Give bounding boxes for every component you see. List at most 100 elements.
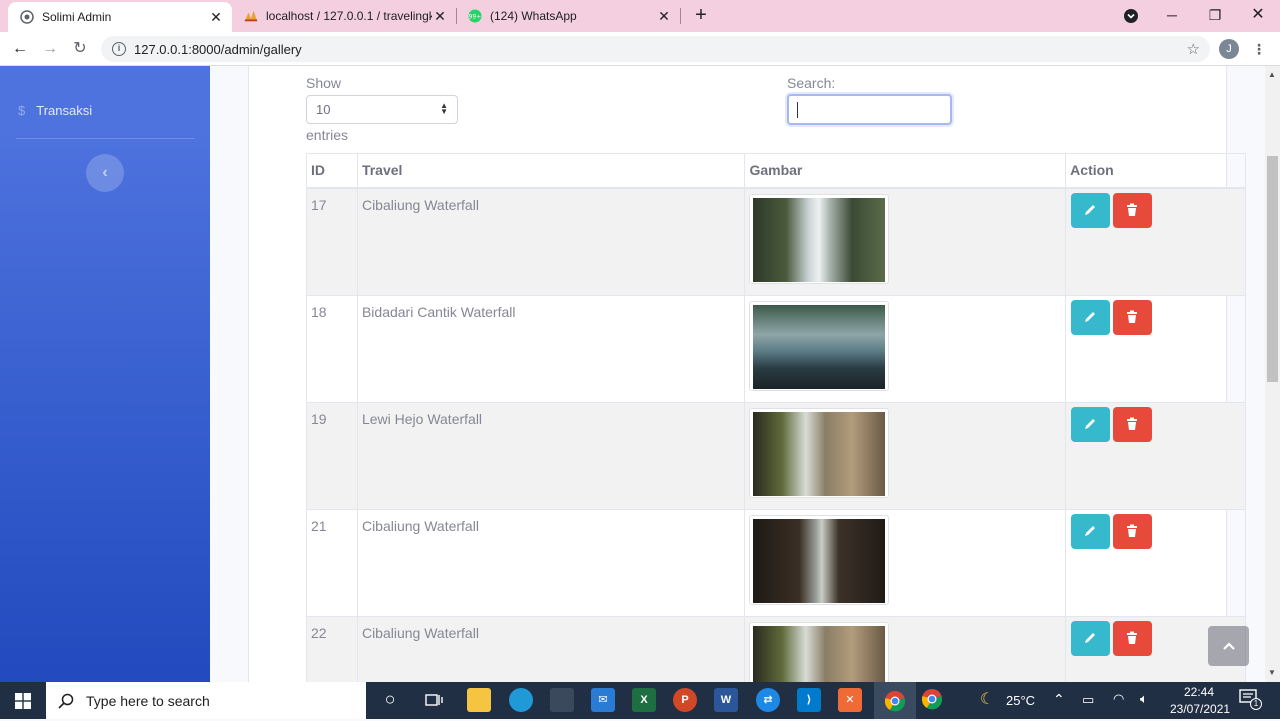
delete-button[interactable] [1113,406,1153,442]
cell-action [1065,187,1246,296]
excel-icon[interactable]: X [632,688,656,712]
edit-button[interactable] [1071,620,1111,656]
site-info-icon[interactable]: i [112,42,126,56]
start-button[interactable] [0,682,46,719]
column-header-gambar[interactable]: Gambar [744,153,1067,189]
scroll-up-arrow-icon[interactable]: ▲ [1268,70,1276,79]
mail-icon[interactable]: ✉ [591,688,615,712]
tab-whatsapp[interactable]: 99+ (124) WhatsApp ✕ [456,0,680,32]
profile-avatar[interactable]: J [1219,39,1239,59]
table-row: 21 Cibaliung Waterfall [306,508,1246,617]
dollar-icon: $ [18,103,26,118]
delete-button[interactable] [1113,192,1153,228]
delete-button[interactable] [1113,620,1153,656]
task-view-icon[interactable] [422,688,446,712]
delete-button[interactable] [1113,299,1153,335]
tab-solimi-admin[interactable]: Solimi Admin ✕ [8,2,232,32]
show-label: Show [306,75,342,91]
cell-id: 22 [306,615,358,682]
tab-title: (124) WhatsApp [490,9,577,23]
select-caret-icon: ▲ ▼ [440,101,448,116]
forward-button[interactable]: → [39,38,61,60]
windows-taskbar: Type here to search ○ ✉ X P W ⇄ ⟩ ✕ ☾ 25… [0,682,1280,719]
clock-time[interactable]: 22:44 [1184,685,1214,699]
cell-travel: Cibaliung Waterfall [356,187,746,296]
trash-icon [1127,310,1138,323]
word-icon[interactable]: W [714,688,738,712]
tab-title: localhost / 127.0.0.1 / travelingku [266,9,432,23]
whatsapp-icon: 99+ [468,9,482,23]
vscode-icon[interactable]: ⟩ [797,688,821,712]
search-label: Search: [787,75,836,91]
edit-button[interactable] [1071,513,1111,549]
bookmark-star-icon[interactable]: ☆ [1187,40,1200,58]
cell-gambar [744,294,1067,403]
sidebar-item-label: Transaksi [36,103,93,118]
new-tab-button[interactable]: + [690,4,712,26]
pencil-icon [1085,632,1096,643]
clock-date[interactable]: 23/07/2021 [1170,702,1230,716]
messenger-icon[interactable]: ⇄ [756,688,780,712]
minimize-button[interactable]: ─ [1150,0,1194,32]
cortana-icon[interactable]: ○ [378,688,402,712]
cell-action [1065,401,1246,510]
scrollbar-thumb[interactable] [1267,156,1278,382]
chrome-page-icon [20,10,34,24]
scroll-down-arrow-icon[interactable]: ▼ [1268,668,1276,677]
close-window-button[interactable]: ✕ [1236,0,1280,32]
taskbar-search-placeholder: Type here to search [86,692,210,709]
microsoft-store-icon[interactable] [550,688,574,712]
table-row: 18 Bidadari Cantik Waterfall [306,294,1246,403]
trash-icon [1127,203,1138,216]
gallery-table: ID Travel Gambar Action 17 Cibaliung Wat… [306,153,1246,682]
tab-search-button[interactable] [1109,0,1153,32]
edit-button[interactable] [1071,299,1111,335]
edit-button[interactable] [1071,192,1111,228]
close-tab-icon[interactable]: ✕ [656,8,672,25]
table-header-row: ID Travel Gambar Action [306,153,1246,189]
column-header-travel[interactable]: Travel [356,153,746,189]
notification-center-icon[interactable]: 1 [1238,689,1262,711]
tab-phpmyadmin[interactable]: localhost / 127.0.0.1 / travelingku ✕ [232,0,456,32]
pencil-icon [1085,525,1096,536]
cell-id: 19 [306,401,358,510]
taskbar-search-box[interactable]: Type here to search [46,682,366,719]
scroll-to-top-button[interactable] [1208,626,1249,666]
sidebar-toggle-button[interactable]: ‹ [86,154,124,192]
sidebar: $ Transaksi ‹ [0,66,210,682]
cell-id: 17 [306,187,358,296]
page-scrollbar[interactable]: ▲ ▼ [1265,66,1280,682]
volume-icon[interactable]: 🔈︎ [1140,691,1148,707]
file-explorer-icon[interactable] [467,688,491,712]
entries-label: entries [306,127,349,143]
column-header-id[interactable]: ID [306,153,358,189]
sidebar-item-transaksi[interactable]: $ Transaksi [18,103,92,118]
reload-button[interactable]: ↻ [69,38,91,60]
back-button[interactable]: ← [9,38,31,60]
edit-button[interactable] [1071,406,1111,442]
browser-menu-icon[interactable]: ⋮ [1252,40,1266,58]
search-input[interactable] [787,94,952,125]
delete-button[interactable] [1113,513,1153,549]
wifi-icon[interactable]: ◠ [1113,691,1124,707]
column-header-action[interactable]: Action [1065,153,1246,189]
close-tab-icon[interactable]: ✕ [208,9,224,26]
cell-travel: Cibaliung Waterfall [356,615,746,682]
windows-logo-icon [15,692,31,709]
weather-temperature[interactable]: 25°C [1006,693,1035,708]
powerpoint-icon[interactable]: P [673,688,697,712]
tab-title: Solimi Admin [42,10,112,24]
entries-select[interactable]: 10 ▲ ▼ [306,95,458,124]
address-bar[interactable]: i 127.0.0.1:8000/admin/gallery ☆ [101,36,1210,62]
xampp-icon[interactable]: ✕ [838,688,862,712]
chrome-icon[interactable] [920,688,944,712]
edge-icon[interactable] [509,688,533,712]
restore-button[interactable]: ❐ [1193,0,1237,32]
weather-icon[interactable]: ☾ [975,688,999,712]
chrome-active-icon[interactable] [874,682,916,719]
battery-icon[interactable]: ▭ [1082,692,1094,708]
close-tab-icon[interactable]: ✕ [432,8,448,25]
tab-separator [680,8,681,24]
chevron-up-icon[interactable]: ⌃ [1053,691,1065,708]
gallery-card: Show 10 ▲ ▼ entries Search: ID Travel Gam… [248,66,1246,682]
